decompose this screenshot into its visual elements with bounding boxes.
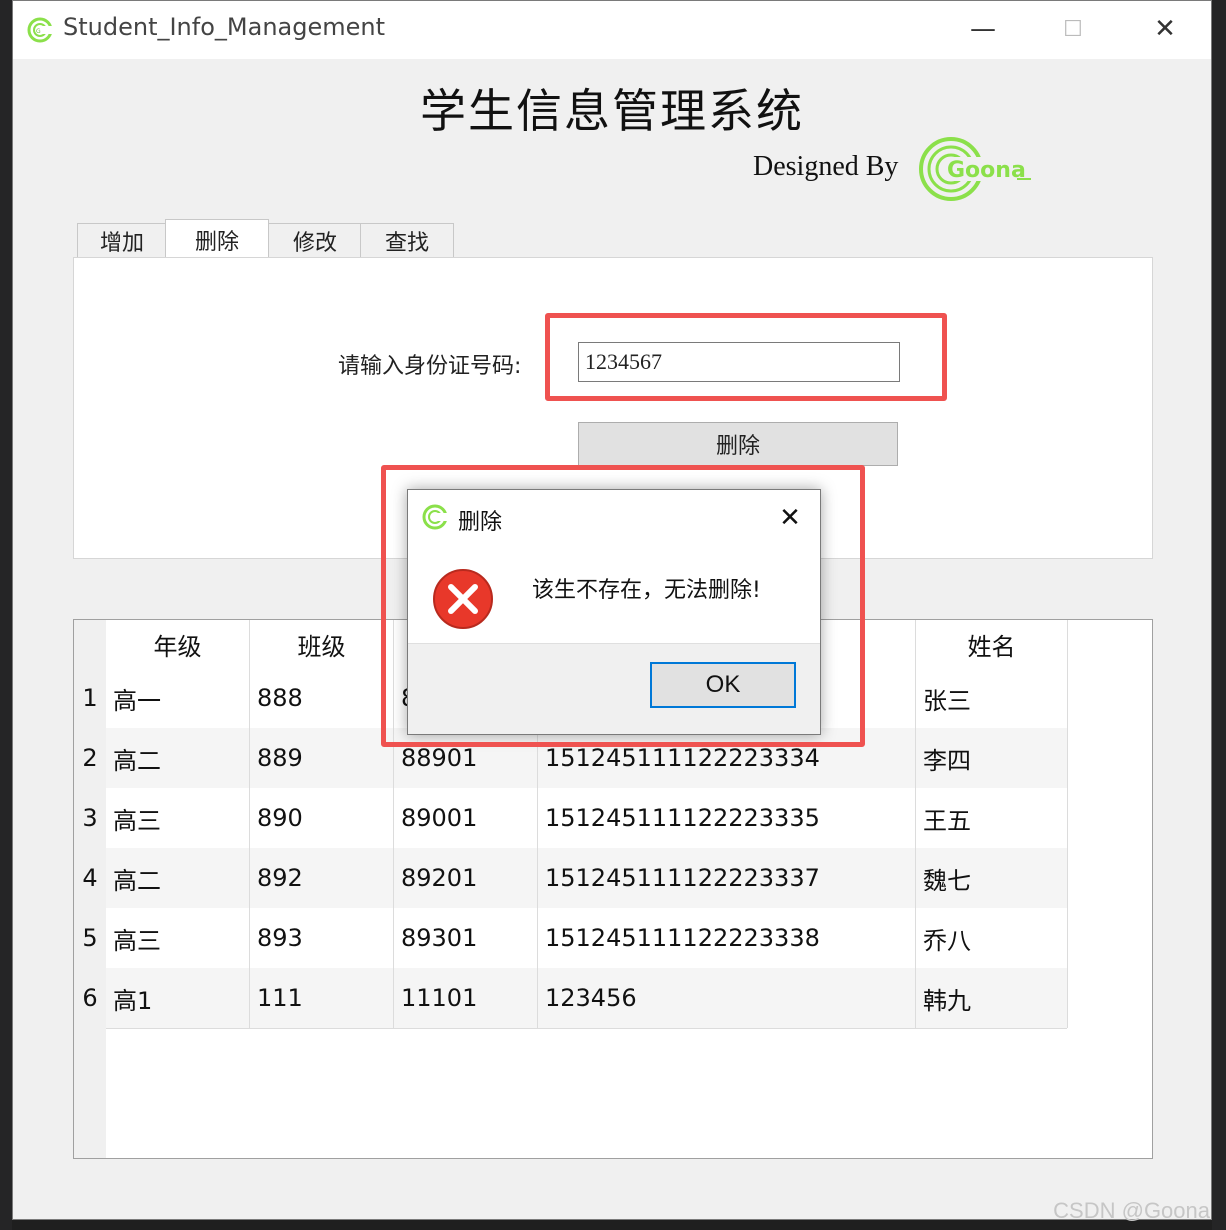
svg-text:G: G (36, 28, 41, 35)
row-number: 6 (82, 984, 98, 1012)
background-editor-left (0, 0, 12, 1230)
cell-class[interactable]: 892 (250, 848, 393, 908)
maximize-icon: ☐ (1063, 16, 1083, 42)
row-number: 5 (82, 924, 98, 952)
cell-col4[interactable]: 151245111122223338 (538, 908, 915, 968)
column-header-grade[interactable]: 年级 (106, 620, 249, 668)
highlight-box-input (545, 313, 947, 401)
tab-search-label: 查找 (384, 230, 429, 256)
cell-grade[interactable]: 高二 (106, 728, 249, 788)
minimize-button[interactable]: — (961, 9, 1005, 49)
designed-by-label: Designed By (753, 151, 899, 182)
cell-class[interactable]: 888 (250, 668, 393, 728)
page-title: 学生信息管理系统 (420, 84, 804, 138)
cell-class[interactable]: 890 (250, 788, 393, 848)
cell-grade[interactable]: 高一 (106, 668, 249, 728)
row-number: 1 (82, 684, 98, 712)
cell-grade[interactable]: 高三 (106, 908, 249, 968)
cell-col4[interactable]: 123456 (538, 968, 915, 1028)
cell-col3[interactable]: 89301 (394, 908, 537, 968)
title-bar[interactable]: G Student_Info_Management — ☐ ✕ (13, 1, 1211, 59)
watermark: CSDN @Goona (1053, 1198, 1210, 1223)
cell-name[interactable]: 李四 (916, 728, 1067, 788)
cell-col3[interactable]: 89001 (394, 788, 537, 848)
window-title: Student_Info_Management (63, 13, 385, 41)
background-editor-right (1212, 0, 1226, 1230)
col-divider (1067, 620, 1068, 1028)
cell-name[interactable]: 王五 (916, 788, 1067, 848)
cell-grade[interactable]: 高二 (106, 848, 249, 908)
cell-col3[interactable]: 11101 (394, 968, 537, 1028)
row-number: 3 (82, 804, 98, 832)
row-number: 2 (82, 744, 98, 772)
app-logo-icon: G (27, 17, 53, 43)
tab-delete-label: 删除 (194, 229, 239, 255)
cell-name[interactable]: 张三 (916, 668, 1067, 728)
tab-add-label: 增加 (99, 230, 144, 256)
cell-class[interactable]: 889 (250, 728, 393, 788)
cell-col4[interactable]: 151245111122223335 (538, 788, 915, 848)
close-button[interactable]: ✕ (1143, 9, 1187, 49)
cell-class[interactable]: 893 (250, 908, 393, 968)
tab-modify[interactable]: 修改 (268, 223, 362, 257)
minimize-icon: — (970, 14, 996, 44)
cell-grade[interactable]: 高1 (106, 968, 249, 1028)
tab-modify-label: 修改 (292, 230, 337, 256)
tab-delete[interactable]: 删除 (165, 219, 269, 259)
column-header-name[interactable]: 姓名 (916, 620, 1067, 668)
highlight-box-dialog (381, 465, 865, 747)
cell-grade[interactable]: 高三 (106, 788, 249, 848)
cell-name[interactable]: 魏七 (916, 848, 1067, 908)
close-icon: ✕ (1154, 14, 1176, 44)
cell-col4[interactable]: 151245111122223337 (538, 848, 915, 908)
row-divider (106, 1028, 1067, 1029)
tab-search[interactable]: 查找 (360, 223, 454, 257)
id-number-label: 请输入身份证号码: (338, 354, 522, 379)
delete-button[interactable]: 删除 (578, 422, 898, 466)
cell-name[interactable]: 乔八 (916, 908, 1067, 968)
maximize-button[interactable]: ☐ (1051, 9, 1095, 49)
cell-class[interactable]: 111 (250, 968, 393, 1028)
cell-col3[interactable]: 89201 (394, 848, 537, 908)
app-window: G Student_Info_Management — ☐ ✕ 学生信息管理系统… (12, 0, 1212, 1220)
column-header-class[interactable]: 班级 (250, 620, 393, 668)
cell-name[interactable]: 韩九 (916, 968, 1067, 1028)
svg-text:Goona: Goona (947, 158, 1026, 183)
goona-logo-icon: Goona (919, 137, 1037, 201)
row-number: 4 (82, 864, 98, 892)
tab-add[interactable]: 增加 (77, 223, 167, 257)
